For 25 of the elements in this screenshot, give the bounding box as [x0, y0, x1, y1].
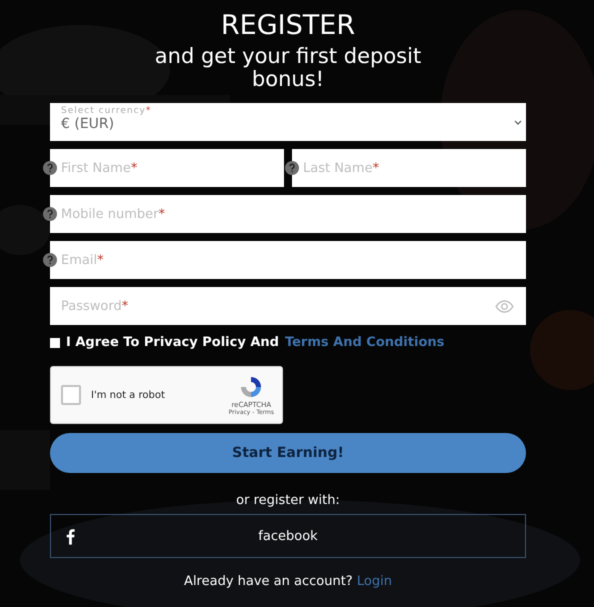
facebook-button[interactable]: facebook: [50, 514, 526, 558]
terms-link[interactable]: Terms And Conditions: [284, 335, 444, 350]
submit-button[interactable]: Start Earning!: [50, 433, 526, 473]
input-field[interactable]: Email*: [50, 241, 526, 279]
input-field[interactable]: Mobile number*: [50, 195, 526, 233]
help-icon[interactable]: [43, 161, 57, 175]
subtitle: and get your first deposit bonus!: [154, 45, 422, 91]
help-icon[interactable]: [43, 207, 57, 221]
recaptcha-logo-icon: [239, 374, 264, 398]
password-field[interactable]: Password*: [50, 287, 526, 325]
input-field[interactable]: Last Name*: [292, 149, 526, 187]
footer-text: Already have an account?: [184, 574, 353, 589]
chevron-icon: [514, 120, 522, 125]
checkbox[interactable]: [50, 338, 60, 348]
login-link[interactable]: Login: [356, 574, 392, 589]
facebook-icon: [66, 528, 75, 545]
captcha-checkbox[interactable]: [61, 385, 81, 405]
input-field[interactable]: First Name*: [50, 149, 284, 187]
agree-text: I Agree To Privacy Policy And: [66, 335, 279, 350]
captcha-label: I'm not a robot: [91, 390, 166, 400]
help-icon[interactable]: [285, 161, 299, 175]
help-icon[interactable]: [43, 253, 57, 267]
alt-text: or register with:: [235, 493, 341, 508]
currency-select[interactable]: Select currency* € (EUR): [50, 103, 526, 141]
title: REGISTER: [220, 9, 356, 43]
